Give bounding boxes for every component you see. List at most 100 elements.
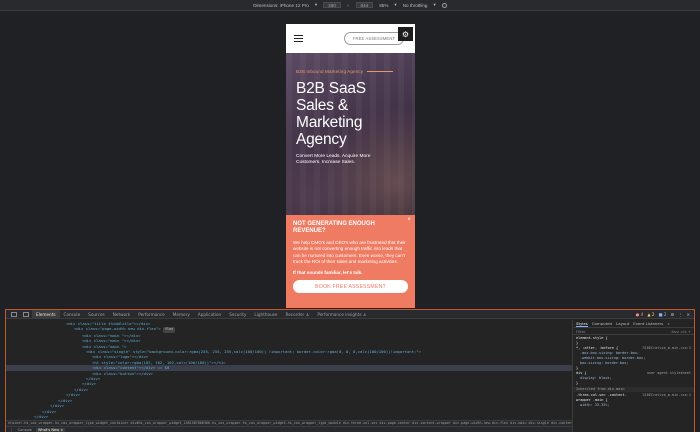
css-text: wrapper .main {	[576, 398, 608, 402]
promo-popup: × NOT GENERATING ENOUGH REVENUE? We help…	[286, 215, 415, 308]
css-text: *, :after, :before {	[576, 346, 619, 350]
css-selector[interactable]: }	[576, 381, 691, 386]
phone-frame: FREE ASSESSMENT ⚙ B2B Inbound Marketing …	[286, 24, 415, 308]
css-text: element.style {	[576, 336, 608, 340]
tab-network[interactable]: Network	[109, 310, 134, 319]
dom-node-text: <div class="page-width new div-flex">	[74, 326, 161, 332]
inherited-header[interactable]: Inherited from div.main	[573, 387, 694, 392]
tab-console[interactable]: Console	[60, 310, 85, 319]
css-text: div {	[576, 371, 587, 375]
chevron-down-icon: ▾	[433, 2, 436, 7]
styles-filter-bar: Filter :hov .cls +	[573, 328, 694, 335]
css-text: Inherited from div.main	[576, 387, 625, 391]
promo-cta-text: If that sounds familiar, let's talk.	[293, 270, 363, 276]
height-input[interactable]: 844	[355, 2, 374, 8]
drawer-tab-bar: ⋮ Console What's New ×	[6, 426, 572, 432]
info-count[interactable]: ■ 2	[659, 312, 667, 317]
tab-layout[interactable]: Layout	[616, 321, 629, 326]
more-icon[interactable]: ⋮	[678, 312, 682, 317]
tab-computed[interactable]: Computed	[592, 321, 612, 326]
elements-tree[interactable]: <div class="title thiddlitle"></div> <div…	[6, 320, 572, 420]
css-source-link[interactable]: user agent stylesheet	[647, 371, 691, 376]
site-header: FREE ASSESSMENT ⚙	[286, 24, 415, 53]
css-text: }	[576, 341, 579, 345]
hamburger-menu-icon[interactable]	[294, 34, 303, 43]
dom-node-text: <div class="content"></div> == $0	[92, 365, 170, 371]
zoom-dropdown[interactable]: 85%	[379, 3, 388, 8]
hubspot-sprocket-icon[interactable]: ⚙	[398, 27, 413, 41]
tab-application[interactable]: Application	[194, 310, 225, 319]
hero-title: B2B SaaS Sales & Marketing Agency	[296, 80, 366, 148]
dom-node-text: </div>	[50, 403, 65, 409]
width-input[interactable]: 390	[323, 2, 341, 8]
dom-node-text: <div class="logo"></div>	[92, 354, 149, 360]
styles-filter-input[interactable]: Filter	[576, 329, 586, 334]
styles-rules[interactable]: element.style {} 310ECrative_m.min.css:1 *…	[573, 335, 694, 409]
dom-node-text: <div class="main "></div>	[82, 338, 141, 344]
tab-lighthouse[interactable]: Lighthouse	[250, 310, 281, 319]
device-viewport: FREE ASSESSMENT ⚙ B2B Inbound Marketing …	[0, 11, 700, 308]
tab-performance[interactable]: Performance	[134, 310, 169, 319]
free-assessment-button[interactable]: FREE ASSESSMENT	[344, 32, 404, 45]
close-icon[interactable]: ×	[407, 217, 411, 223]
styles-tab-bar: Styles Computed Layout Event Listeners »	[573, 320, 694, 328]
dom-node-text: <div class="main "></div>	[82, 332, 141, 338]
dom-node-text: <div class="button"></div>	[92, 370, 153, 376]
tab-more[interactable]: »	[667, 321, 669, 326]
chevron-down-icon: ▾	[314, 2, 318, 7]
dom-node-text: </div>	[42, 408, 57, 414]
css-source-link[interactable]: 310ECrative_m.min.css:1	[643, 346, 691, 351]
error-count[interactable]: ● 4	[636, 312, 644, 317]
css-text: -webkit-box-sizing: border-box;	[580, 356, 646, 360]
dom-node-text: <div class="main ">	[82, 343, 127, 349]
drawer-menu-icon[interactable]: ⋮	[10, 428, 14, 432]
tab-elements[interactable]: Elements	[32, 309, 60, 319]
devtools-tab-bar: Elements Console Sources Network Performance…	[6, 309, 572, 319]
hero-subtitle: Convert More Leads. Acquire More Custome…	[296, 154, 371, 166]
styles-filter-controls[interactable]: :hov .cls +	[670, 329, 691, 334]
devtools-status-area: ● 4 ▲ 2 ■ 2 ⚙ ⋮ ×	[572, 310, 694, 319]
dimensions-dropdown[interactable]: Dimensions: iPhone 12 Pro	[253, 3, 309, 8]
tab-memory[interactable]: Memory	[169, 310, 194, 319]
throttle-dropdown[interactable]: No throttling	[403, 3, 428, 8]
dom-node-line[interactable]: </div>	[6, 414, 572, 419]
tab-event-listeners[interactable]: Event Listeners	[633, 321, 663, 326]
hero-eyebrow: B2B Inbound Marketing Agency	[296, 69, 405, 74]
css-source-link[interactable]: 310ECrative_m.min.css:1	[643, 393, 691, 398]
css-text: .three-col-sec .content-	[576, 393, 627, 397]
tab-performance-insights[interactable]: Performance insights ⚓	[313, 310, 370, 319]
dom-node-text: </div>	[58, 397, 73, 403]
css-text: -moz-box-sizing: border-box;	[580, 351, 640, 355]
css-text: width: 33.33%;	[580, 403, 610, 407]
tab-security[interactable]: Security	[225, 310, 250, 319]
tab-recorder[interactable]: Recorder ⚓	[282, 310, 314, 319]
chevron-down-icon: ▾	[394, 2, 397, 7]
inspect-icon[interactable]	[11, 311, 17, 317]
gear-icon[interactable]: ⚙	[671, 312, 675, 317]
eyebrow-divider	[367, 71, 394, 72]
dom-node-text: </div>	[82, 381, 97, 387]
dom-node-text: <h1 style="color:rgba(102, 102, 102,calc…	[92, 359, 226, 365]
promo-title: NOT GENERATING ENOUGH REVENUE?	[293, 221, 375, 234]
css-text: }	[576, 366, 579, 370]
devtools-panel: Elements Console Sources Network Performance…	[5, 309, 695, 432]
warning-count[interactable]: ▲ 2	[647, 312, 654, 317]
book-assessment-button[interactable]: BOOK FREE ASSESSMENT	[293, 280, 408, 294]
flex-badge[interactable]: flex	[163, 327, 176, 333]
device-toolbar: Dimensions: iPhone 12 Pro ▾ 390 × 844 85…	[0, 0, 700, 11]
tab-whats-new[interactable]: What's New ×	[35, 427, 66, 432]
times-icon: ×	[346, 2, 350, 8]
styles-pane: Styles Computed Layout Event Listeners »…	[572, 320, 694, 432]
tab-console[interactable]: Console	[18, 428, 32, 432]
tab-sources[interactable]: Sources	[84, 310, 109, 319]
rotate-icon[interactable]	[441, 2, 447, 8]
tab-styles[interactable]: Styles	[576, 321, 588, 327]
css-text: box-sizing: border-box;	[580, 361, 629, 365]
css-property[interactable]: width: 33.33%;	[576, 403, 691, 408]
close-icon[interactable]: ×	[686, 312, 690, 317]
dom-node-text: </div>	[34, 413, 49, 419]
dom-node-text: </div>	[66, 392, 81, 398]
promo-body: We help CMO's and CEO's who are frustrat…	[293, 240, 406, 264]
hero-section: B2B Inbound Marketing Agency B2B SaaS Sa…	[286, 53, 415, 215]
device-toggle-icon[interactable]	[23, 311, 29, 317]
